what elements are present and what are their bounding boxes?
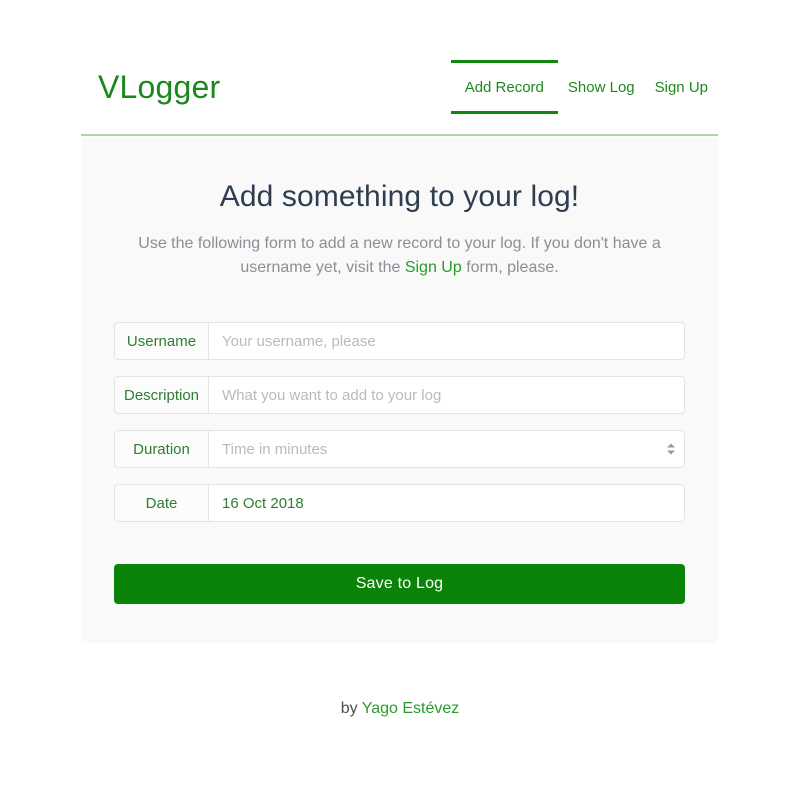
spinner-up-icon[interactable] [667,443,675,448]
date-input[interactable]: 16 Oct 2018 [209,484,685,522]
field-row-duration: Duration Time in minutes [114,430,685,468]
nav-item-sign-up[interactable]: Sign Up [645,60,718,114]
spinner-down-icon[interactable] [667,450,675,455]
page-title: Add something to your log! [219,180,580,213]
number-spinner-icon[interactable] [667,443,675,455]
author-link[interactable]: Yago Estévez [362,700,460,717]
add-record-form: Username Your username, please Descripti… [81,322,718,604]
sign-up-link[interactable]: Sign Up [405,259,462,276]
page-subtitle: Use the following form to add a new reco… [81,232,718,280]
field-row-date: Date 16 Oct 2018 [114,484,685,522]
duration-input[interactable]: Time in minutes [209,430,685,468]
footer-prefix: by [340,700,362,717]
duration-label: Duration [114,430,209,468]
save-to-log-button[interactable]: Save to Log [114,564,685,604]
field-row-description: Description What you want to add to your… [114,376,685,414]
description-label: Description [114,376,209,414]
nav-item-show-log[interactable]: Show Log [558,60,645,114]
date-label: Date [114,484,209,522]
subtitle-text-after: form, please. [461,259,559,276]
field-row-username: Username Your username, please [114,322,685,360]
username-label: Username [114,322,209,360]
subtitle-text-before: Use the following form to add a new reco… [138,235,661,276]
content-panel: Add something to your log! Use the follo… [81,138,718,643]
site-header: VLogger Add Record Show Log Sign Up [81,40,718,136]
site-logo[interactable]: VLogger [81,71,220,103]
main-navigation: Add Record Show Log Sign Up [450,40,718,134]
username-input[interactable]: Your username, please [209,322,685,360]
description-input[interactable]: What you want to add to your log [209,376,685,414]
site-footer: by Yago Estévez [0,700,800,718]
app-page: VLogger Add Record Show Log Sign Up Add … [0,0,800,800]
duration-placeholder: Time in minutes [222,440,328,458]
nav-item-add-record[interactable]: Add Record [450,60,558,114]
